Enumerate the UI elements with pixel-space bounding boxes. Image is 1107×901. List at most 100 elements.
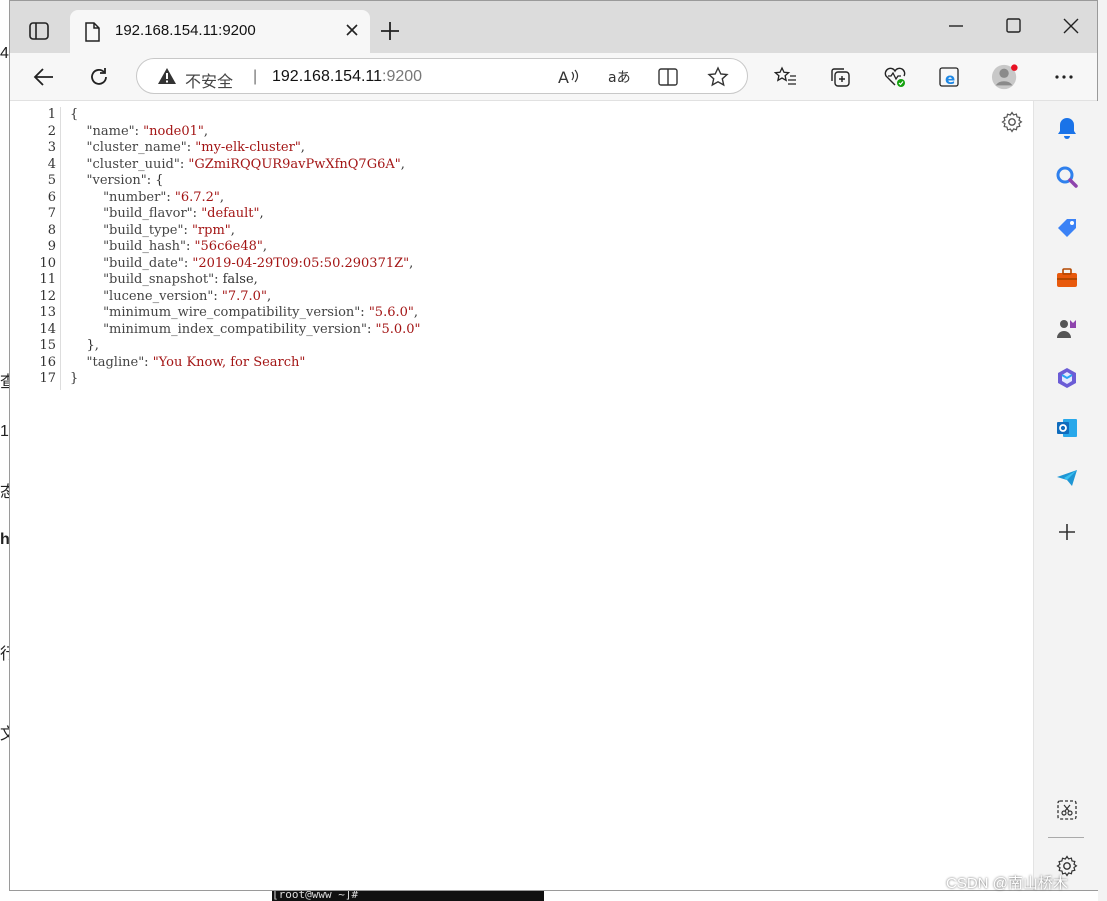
json-key: "build_flavor" (103, 206, 193, 221)
minimize-icon[interactable] (945, 15, 967, 37)
json-key: "build_snapshot" (103, 272, 215, 287)
json-string: "7.7.0" (221, 288, 267, 304)
sidebar-search[interactable] (1054, 164, 1080, 190)
outlook-icon (1057, 419, 1077, 437)
code-line: 8 "build_type": "rpm", (10, 223, 421, 240)
close-window-icon[interactable] (1060, 15, 1082, 37)
shopping-tag-icon (1058, 219, 1076, 237)
line-number: 5 (47, 173, 56, 188)
back-button[interactable] (30, 63, 58, 91)
sidebar-notifications[interactable] (1054, 115, 1080, 141)
json-punct: : (360, 305, 369, 320)
line-number: 7 (47, 206, 56, 221)
json-punct: , (409, 255, 414, 271)
favorite-star-icon[interactable] (707, 66, 729, 88)
ie-mode-icon: e (939, 67, 959, 88)
json-punct: , (203, 123, 209, 139)
watermark: CSDN @南山桥木 (946, 875, 1068, 892)
profile-button[interactable] (991, 63, 1019, 91)
json-punct: : (134, 123, 144, 139)
tab-active[interactable]: 192.168.154.11:9200 (70, 10, 370, 53)
ie-mode-button[interactable]: e (936, 63, 964, 91)
collections-button[interactable] (826, 63, 854, 91)
sidebar-microsoft365[interactable] (1054, 365, 1080, 391)
security-label[interactable]: 不安全 (185, 68, 233, 92)
json-string: "my-elk-cluster" (195, 140, 301, 155)
json-punct: , (230, 222, 235, 238)
json-key: "build_type" (103, 222, 184, 238)
split-screen-icon[interactable] (657, 66, 679, 88)
url-input[interactable]: 不安全 | 192.168.154.11:9200 A aあ (136, 58, 748, 94)
code-line: 2 "name": "node01", (10, 124, 421, 141)
json-string: "5.0.0" (375, 321, 421, 337)
json-punct: , (262, 239, 267, 254)
json-punct: : (192, 206, 202, 221)
json-string: "56c6e48" (194, 239, 263, 254)
close-tab-icon[interactable] (344, 22, 360, 38)
json-punct: , (300, 140, 305, 155)
line-number: 16 (39, 354, 56, 370)
sidebar-games[interactable] (1054, 315, 1080, 341)
json-punct: , (413, 305, 418, 320)
sidebar-tools[interactable] (1054, 265, 1080, 291)
json-string: "6.7.2" (174, 189, 220, 205)
back-arrow-icon (33, 68, 53, 86)
code-line: 6 "number": "6.7.2", (10, 190, 421, 207)
microsoft365-icon (1058, 368, 1076, 388)
sidebar-outlook[interactable] (1054, 415, 1080, 441)
url-port: :9200 (382, 68, 423, 85)
favorites-list-button[interactable] (772, 63, 800, 91)
json-key: "version" (86, 173, 147, 188)
json-punct: , (400, 156, 405, 172)
json-key: "build_hash" (103, 239, 187, 254)
refresh-icon (91, 68, 107, 85)
bell-icon (1058, 118, 1076, 139)
code-line: 7 "build_flavor": "default", (10, 206, 421, 223)
maximize-icon[interactable] (1003, 15, 1025, 37)
line-number: 2 (47, 123, 56, 139)
more-menu-button[interactable] (1050, 63, 1078, 91)
add-icon (1059, 524, 1075, 540)
screenshot-scissors-icon (1057, 800, 1077, 820)
line-number: 14 (39, 321, 56, 337)
code-line: 15 }, (10, 338, 421, 355)
browser-essentials-button[interactable] (881, 63, 909, 91)
json-punct: : (166, 189, 175, 205)
json-key: "cluster_name" (86, 140, 187, 155)
url-host: 192.168.154.11 (272, 68, 383, 85)
line-number: 4 (47, 156, 56, 172)
sidebar-screenshot[interactable] (1054, 797, 1080, 823)
new-tab-icon[interactable] (378, 19, 402, 43)
page-content: 1{2 "name": "node01", 3 "cluster_name": "… (10, 101, 1032, 890)
tab-actions-button[interactable] (24, 17, 54, 45)
json-string: "You Know, for Search" (152, 354, 306, 370)
sidebar-shopping[interactable] (1054, 215, 1080, 241)
viewer-settings-icon[interactable] (1001, 111, 1023, 133)
games-icon (1057, 320, 1076, 338)
read-aloud-icon[interactable]: A (557, 66, 581, 88)
sidebar-telegram[interactable] (1054, 465, 1080, 491)
json-punct: , (259, 206, 264, 221)
tools-briefcase-icon (1057, 268, 1077, 287)
refresh-button[interactable] (85, 63, 113, 91)
sidebar-add[interactable] (1054, 519, 1080, 545)
translate-icon[interactable]: aあ (607, 66, 633, 88)
line-number: 10 (39, 255, 56, 271)
tab-title: 192.168.154.11:9200 (115, 22, 256, 39)
line-number: 6 (47, 189, 56, 205)
warning-triangle-icon[interactable] (157, 67, 177, 85)
url-text[interactable]: 192.168.154.11:9200 (272, 68, 422, 86)
line-number: 9 (47, 239, 56, 254)
json-key: "build_date" (103, 255, 184, 271)
json-punct: , (219, 189, 225, 205)
